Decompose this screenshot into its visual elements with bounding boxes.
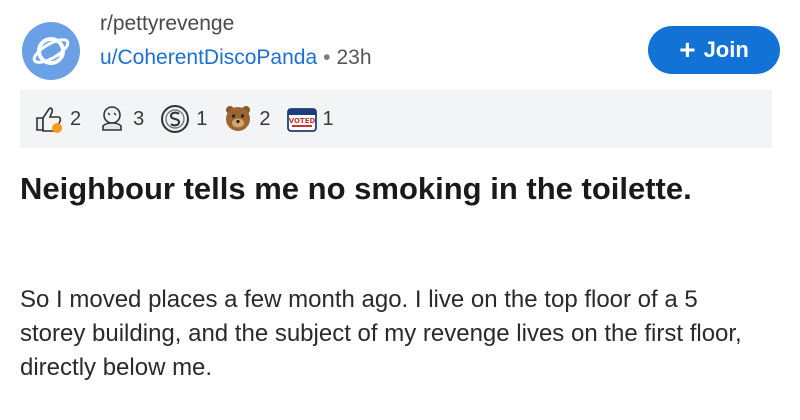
award-silver-coin[interactable]: 1 (158, 102, 207, 136)
wholesome-award-icon (102, 106, 122, 131)
awards-bar: 2 3 1 2 VOTED 1 (20, 90, 772, 148)
planet-icon (32, 37, 70, 65)
post-header: r/pettyrevenge u/CoherentDiscoPanda • 23h … (20, 10, 780, 80)
award-count: 3 (133, 107, 145, 130)
meta-separator: • (323, 46, 331, 69)
award-thumbs-up[interactable]: 2 (32, 102, 81, 136)
award-count: 2 (259, 107, 271, 130)
award-wholesome[interactable]: 3 (95, 102, 144, 136)
award-voted[interactable]: VOTED 1 (285, 102, 334, 136)
award-count: 1 (322, 107, 334, 130)
voted-award-icon: VOTED (286, 108, 317, 132)
silver-coin-award-icon (161, 105, 190, 133)
username-link[interactable]: u/CoherentDiscoPanda (100, 46, 317, 69)
award-count: 2 (70, 107, 82, 130)
post-age: 23h (336, 46, 372, 69)
join-button[interactable]: + Join (648, 26, 780, 74)
post-meta: r/pettyrevenge u/CoherentDiscoPanda • 23h (100, 10, 372, 72)
user-line: u/CoherentDiscoPanda • 23h (100, 44, 372, 72)
bear-award-icon (226, 106, 251, 131)
svg-text:VOTED: VOTED (288, 117, 315, 125)
plus-icon: + (679, 34, 696, 65)
subreddit-avatar[interactable] (22, 22, 80, 80)
post-title[interactable]: Neighbour tells me no smoking in the toi… (20, 168, 760, 210)
thumbs-up-award-icon (36, 107, 62, 133)
award-bear[interactable]: 2 (221, 102, 271, 136)
join-label: Join (703, 37, 749, 62)
subreddit-name[interactable]: r/pettyrevenge (100, 10, 372, 38)
award-count: 1 (196, 107, 208, 130)
post-body: So I moved places a few month ago. I liv… (20, 286, 742, 381)
